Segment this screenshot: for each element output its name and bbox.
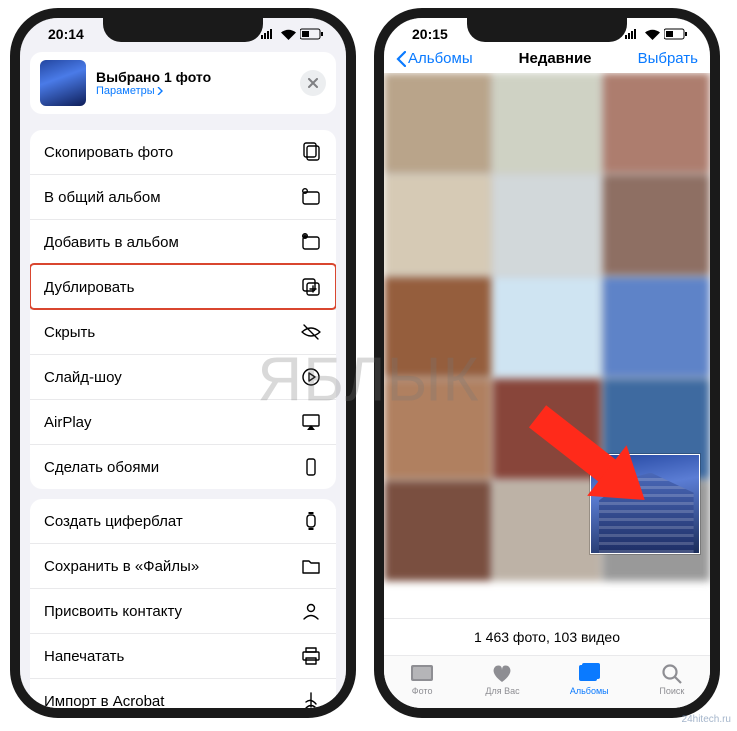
search-icon: [659, 662, 685, 684]
foryou-icon: [489, 662, 515, 684]
albums-icon: [576, 662, 602, 684]
selected-photo-thumbnail: [40, 60, 86, 106]
duplicate-icon: [300, 276, 322, 298]
notch: [103, 18, 263, 42]
phone-right: 20:15 Альбомы Недавние Выбрать: [374, 8, 720, 718]
action-hide[interactable]: Скрыть: [30, 309, 336, 354]
share-title: Выбрано 1 фото: [96, 69, 290, 85]
files-icon: [300, 555, 322, 577]
back-button[interactable]: Альбомы: [396, 50, 473, 67]
status-time: 20:15: [412, 26, 448, 42]
action-add-album[interactable]: Добавить в альбом: [30, 219, 336, 264]
action-wallpaper[interactable]: Сделать обоями: [30, 444, 336, 489]
slideshow-icon: [300, 366, 322, 388]
tab-bar: Фото Для Вас Альбомы Поиск: [384, 655, 710, 708]
status-indicators: [625, 28, 688, 40]
share-options-link[interactable]: Параметры: [96, 85, 290, 97]
tab-label: Альбомы: [570, 686, 609, 696]
action-slideshow[interactable]: Слайд-шоу: [30, 354, 336, 399]
action-duplicate[interactable]: Дублировать: [30, 264, 336, 309]
nav-bar: Альбомы Недавние Выбрать: [384, 46, 710, 73]
photos-icon: [409, 662, 435, 684]
action-print[interactable]: Напечатать: [30, 633, 336, 678]
photo-count-label: 1 463 фото, 103 видео: [384, 618, 710, 655]
action-label: Создать циферблат: [44, 513, 183, 530]
close-button[interactable]: [300, 70, 326, 96]
action-label: В общий альбом: [44, 189, 161, 206]
tab-photos[interactable]: Фото: [409, 662, 435, 696]
action-label: AirPlay: [44, 414, 92, 431]
phone-left: 20:14 Выбрано 1 фото Параметры: [10, 8, 356, 718]
action-airplay[interactable]: AirPlay: [30, 399, 336, 444]
action-files[interactable]: Сохранить в «Файлы»: [30, 543, 336, 588]
tab-label: Для Вас: [485, 686, 519, 696]
action-shared-album[interactable]: В общий альбом: [30, 174, 336, 219]
print-icon: [300, 645, 322, 667]
action-contact[interactable]: Присвоить контакту: [30, 588, 336, 633]
watermark-source: 24hitech.ru: [682, 714, 731, 725]
hide-icon: [300, 321, 322, 343]
action-label: Напечатать: [44, 648, 124, 665]
action-label: Добавить в альбом: [44, 234, 179, 251]
action-label: Импорт в Acrobat: [44, 693, 164, 710]
status-time: 20:14: [48, 26, 84, 42]
action-label: Сделать обоями: [44, 459, 159, 476]
tab-label: Поиск: [659, 686, 684, 696]
tab-albums[interactable]: Альбомы: [570, 662, 609, 696]
action-label: Скопировать фото: [44, 144, 173, 161]
action-acrobat[interactable]: Импорт в Acrobat: [30, 678, 336, 718]
action-label: Сохранить в «Файлы»: [44, 558, 199, 575]
tab-foryou[interactable]: Для Вас: [485, 662, 519, 696]
action-label: Дублировать: [44, 279, 134, 296]
status-indicators: [261, 28, 324, 40]
acrobat-icon: [300, 690, 322, 712]
select-button[interactable]: Выбрать: [638, 50, 698, 67]
notch: [467, 18, 627, 42]
action-label: Скрыть: [44, 324, 95, 341]
copy-photo-icon: [300, 141, 322, 163]
tab-label: Фото: [412, 686, 433, 696]
contact-icon: [300, 600, 322, 622]
wallpaper-icon: [300, 456, 322, 478]
nav-title: Недавние: [519, 50, 592, 67]
tab-search[interactable]: Поиск: [659, 662, 685, 696]
add-album-icon: [300, 231, 322, 253]
action-label: Слайд-шоу: [44, 369, 122, 386]
watchface-icon: [300, 510, 322, 532]
shared-album-icon: [300, 186, 322, 208]
share-sheet-header: Выбрано 1 фото Параметры: [30, 52, 336, 114]
action-copy-photo[interactable]: Скопировать фото: [30, 130, 336, 174]
action-label: Присвоить контакту: [44, 603, 182, 620]
airplay-icon: [300, 411, 322, 433]
action-watchface[interactable]: Создать циферблат: [30, 499, 336, 543]
